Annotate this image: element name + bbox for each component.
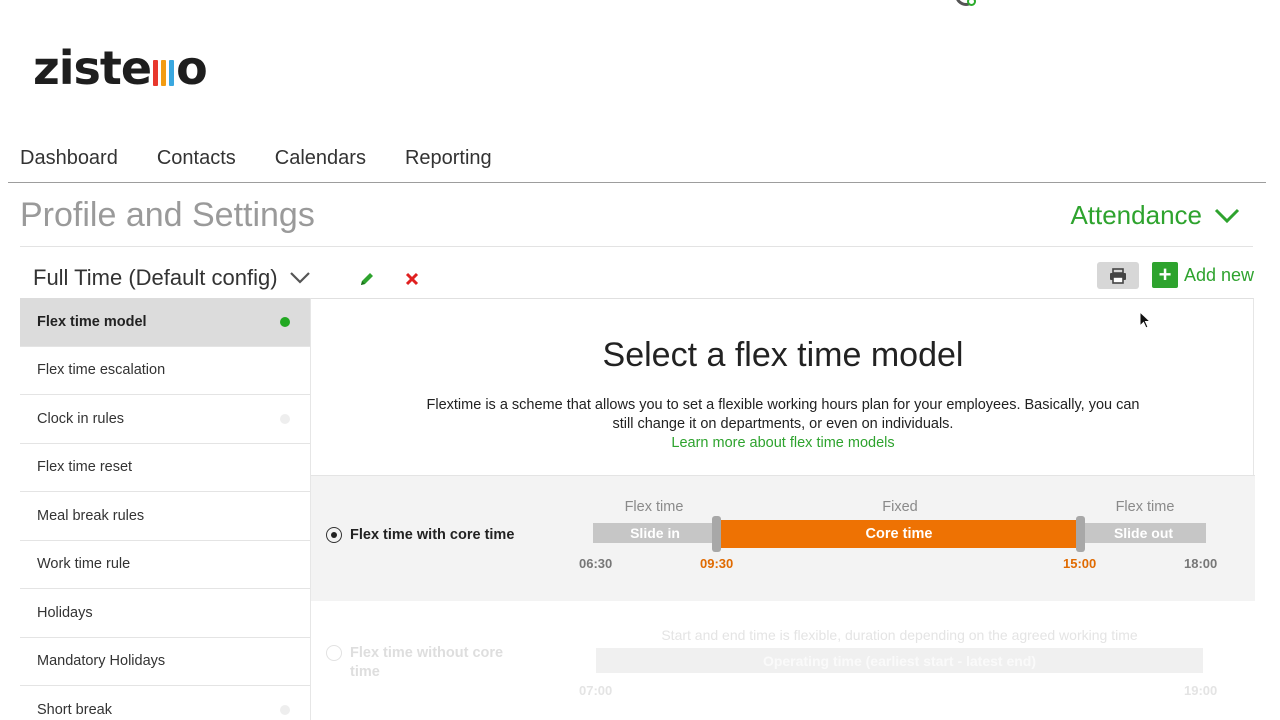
- bar-slide-in: Slide in: [593, 523, 717, 543]
- sidebar-item-label: Flex time reset: [37, 459, 133, 476]
- description-text: Flextime is a scheme that allows you to …: [426, 397, 1140, 432]
- print-button[interactable]: [1097, 262, 1139, 289]
- sidebar-item-label: Holidays: [37, 604, 93, 621]
- status-dot-icon: [280, 413, 290, 424]
- flex-time-panel: Select a flex time model Flextime is a s…: [310, 298, 1255, 720]
- title-divider: [20, 246, 1253, 247]
- option-flex-with-core[interactable]: Flex time with core time Flex time Fixed…: [311, 475, 1255, 601]
- config-selected: Full Time (Default config): [33, 265, 278, 290]
- sidebar-item-holidays[interactable]: Holidays: [20, 589, 310, 638]
- option-label: Flex time without core time: [350, 645, 504, 680]
- time-core-end: 15:00: [1063, 556, 1097, 571]
- status-dot-icon: [280, 704, 290, 715]
- learn-more-link[interactable]: Learn more about flex time models: [426, 434, 1140, 453]
- nav-divider: [8, 182, 1266, 183]
- time-end: 18:00: [1184, 556, 1218, 571]
- sidebar-item-label: Mandatory Holidays: [37, 653, 166, 670]
- add-new-button[interactable]: + Add new: [1152, 262, 1254, 288]
- sidebar-item-short-break[interactable]: Short break: [20, 686, 310, 720]
- chevron-down-icon: [1214, 208, 1240, 223]
- config-selector[interactable]: Full Time (Default config): [33, 265, 312, 291]
- sidebar-item-label: Short break: [37, 701, 112, 718]
- sidebar-item-mandatory-holidays[interactable]: Mandatory Holidays: [20, 637, 310, 686]
- pencil-icon[interactable]: [358, 270, 376, 288]
- sidebar-item-flex-time-escalation[interactable]: Flex time escalation: [20, 346, 310, 395]
- sidebar-item-label: Flex time model: [37, 313, 147, 330]
- sidebar-item-flex-time-reset[interactable]: Flex time reset: [20, 443, 310, 492]
- nav-dashboard[interactable]: Dashboard: [20, 147, 118, 170]
- loading-dot-icon: [967, 0, 976, 6]
- logo-text-end: o: [176, 41, 208, 95]
- plus-icon: +: [1152, 262, 1178, 288]
- option-caption: Start and end time is flexible, duration…: [661, 627, 1138, 643]
- bar-core-time: Core time: [717, 520, 1081, 548]
- printer-icon: [1110, 267, 1126, 284]
- logo-bars-icon: [153, 60, 175, 86]
- label-fixed: Fixed: [882, 499, 918, 515]
- bar-slide-out: Slide out: [1081, 523, 1206, 543]
- time-start: 06:30: [579, 556, 613, 571]
- app-logo[interactable]: ziste o: [33, 41, 208, 95]
- settings-sidebar: Flex time model Flex time escalation Clo…: [20, 298, 310, 720]
- page-title: Profile and Settings: [20, 196, 315, 234]
- label-flex-time-right: Flex time: [1115, 499, 1175, 515]
- sidebar-item-work-time-rule[interactable]: Work time rule: [20, 540, 310, 589]
- panel-title: Select a flex time model: [602, 336, 964, 374]
- sidebar-item-label: Meal break rules: [37, 507, 145, 524]
- nav-calendars[interactable]: Calendars: [275, 147, 366, 170]
- radio-flex-with-core[interactable]: [326, 527, 342, 543]
- chevron-down-icon: [289, 272, 310, 284]
- status-dot-icon: [280, 316, 290, 327]
- sidebar-item-flex-time-model[interactable]: Flex time model: [20, 298, 310, 347]
- nav-reporting[interactable]: Reporting: [405, 147, 492, 170]
- sidebar-item-meal-break-rules[interactable]: Meal break rules: [20, 492, 310, 541]
- logo-text-start: ziste: [33, 41, 152, 95]
- drag-handle-start[interactable]: [712, 516, 721, 552]
- option-label: Flex time with core time: [350, 527, 515, 543]
- add-new-label: Add new: [1184, 264, 1255, 285]
- close-icon[interactable]: [404, 271, 420, 287]
- sidebar-item-label: Clock in rules: [37, 410, 125, 427]
- sidebar-item-label: Work time rule: [37, 556, 131, 573]
- sidebar-item-clock-in-rules[interactable]: Clock in rules: [20, 395, 310, 444]
- time-core-start: 09:30: [700, 556, 734, 571]
- nav-contacts[interactable]: Contacts: [157, 147, 236, 170]
- label-flex-time-left: Flex time: [624, 499, 684, 515]
- time-end: 19:00: [1184, 683, 1218, 698]
- attendance-dropdown[interactable]: Attendance: [1070, 200, 1240, 231]
- time-start: 07:00: [579, 683, 613, 698]
- drag-handle-end[interactable]: [1076, 516, 1085, 552]
- radio-flex-without-core[interactable]: [326, 645, 342, 661]
- option-flex-without-core[interactable]: Flex time without core time Start and en…: [311, 601, 1255, 720]
- panel-description: Flextime is a scheme that allows you to …: [426, 396, 1140, 453]
- sidebar-item-label: Flex time escalation: [37, 362, 166, 379]
- top-nav: Dashboard Contacts Calendars Reporting: [20, 147, 492, 170]
- attendance-label: Attendance: [1070, 200, 1202, 230]
- mouse-cursor-icon: [1139, 311, 1152, 329]
- bar-operating-time: Operating time (earliest start - latest …: [596, 648, 1203, 673]
